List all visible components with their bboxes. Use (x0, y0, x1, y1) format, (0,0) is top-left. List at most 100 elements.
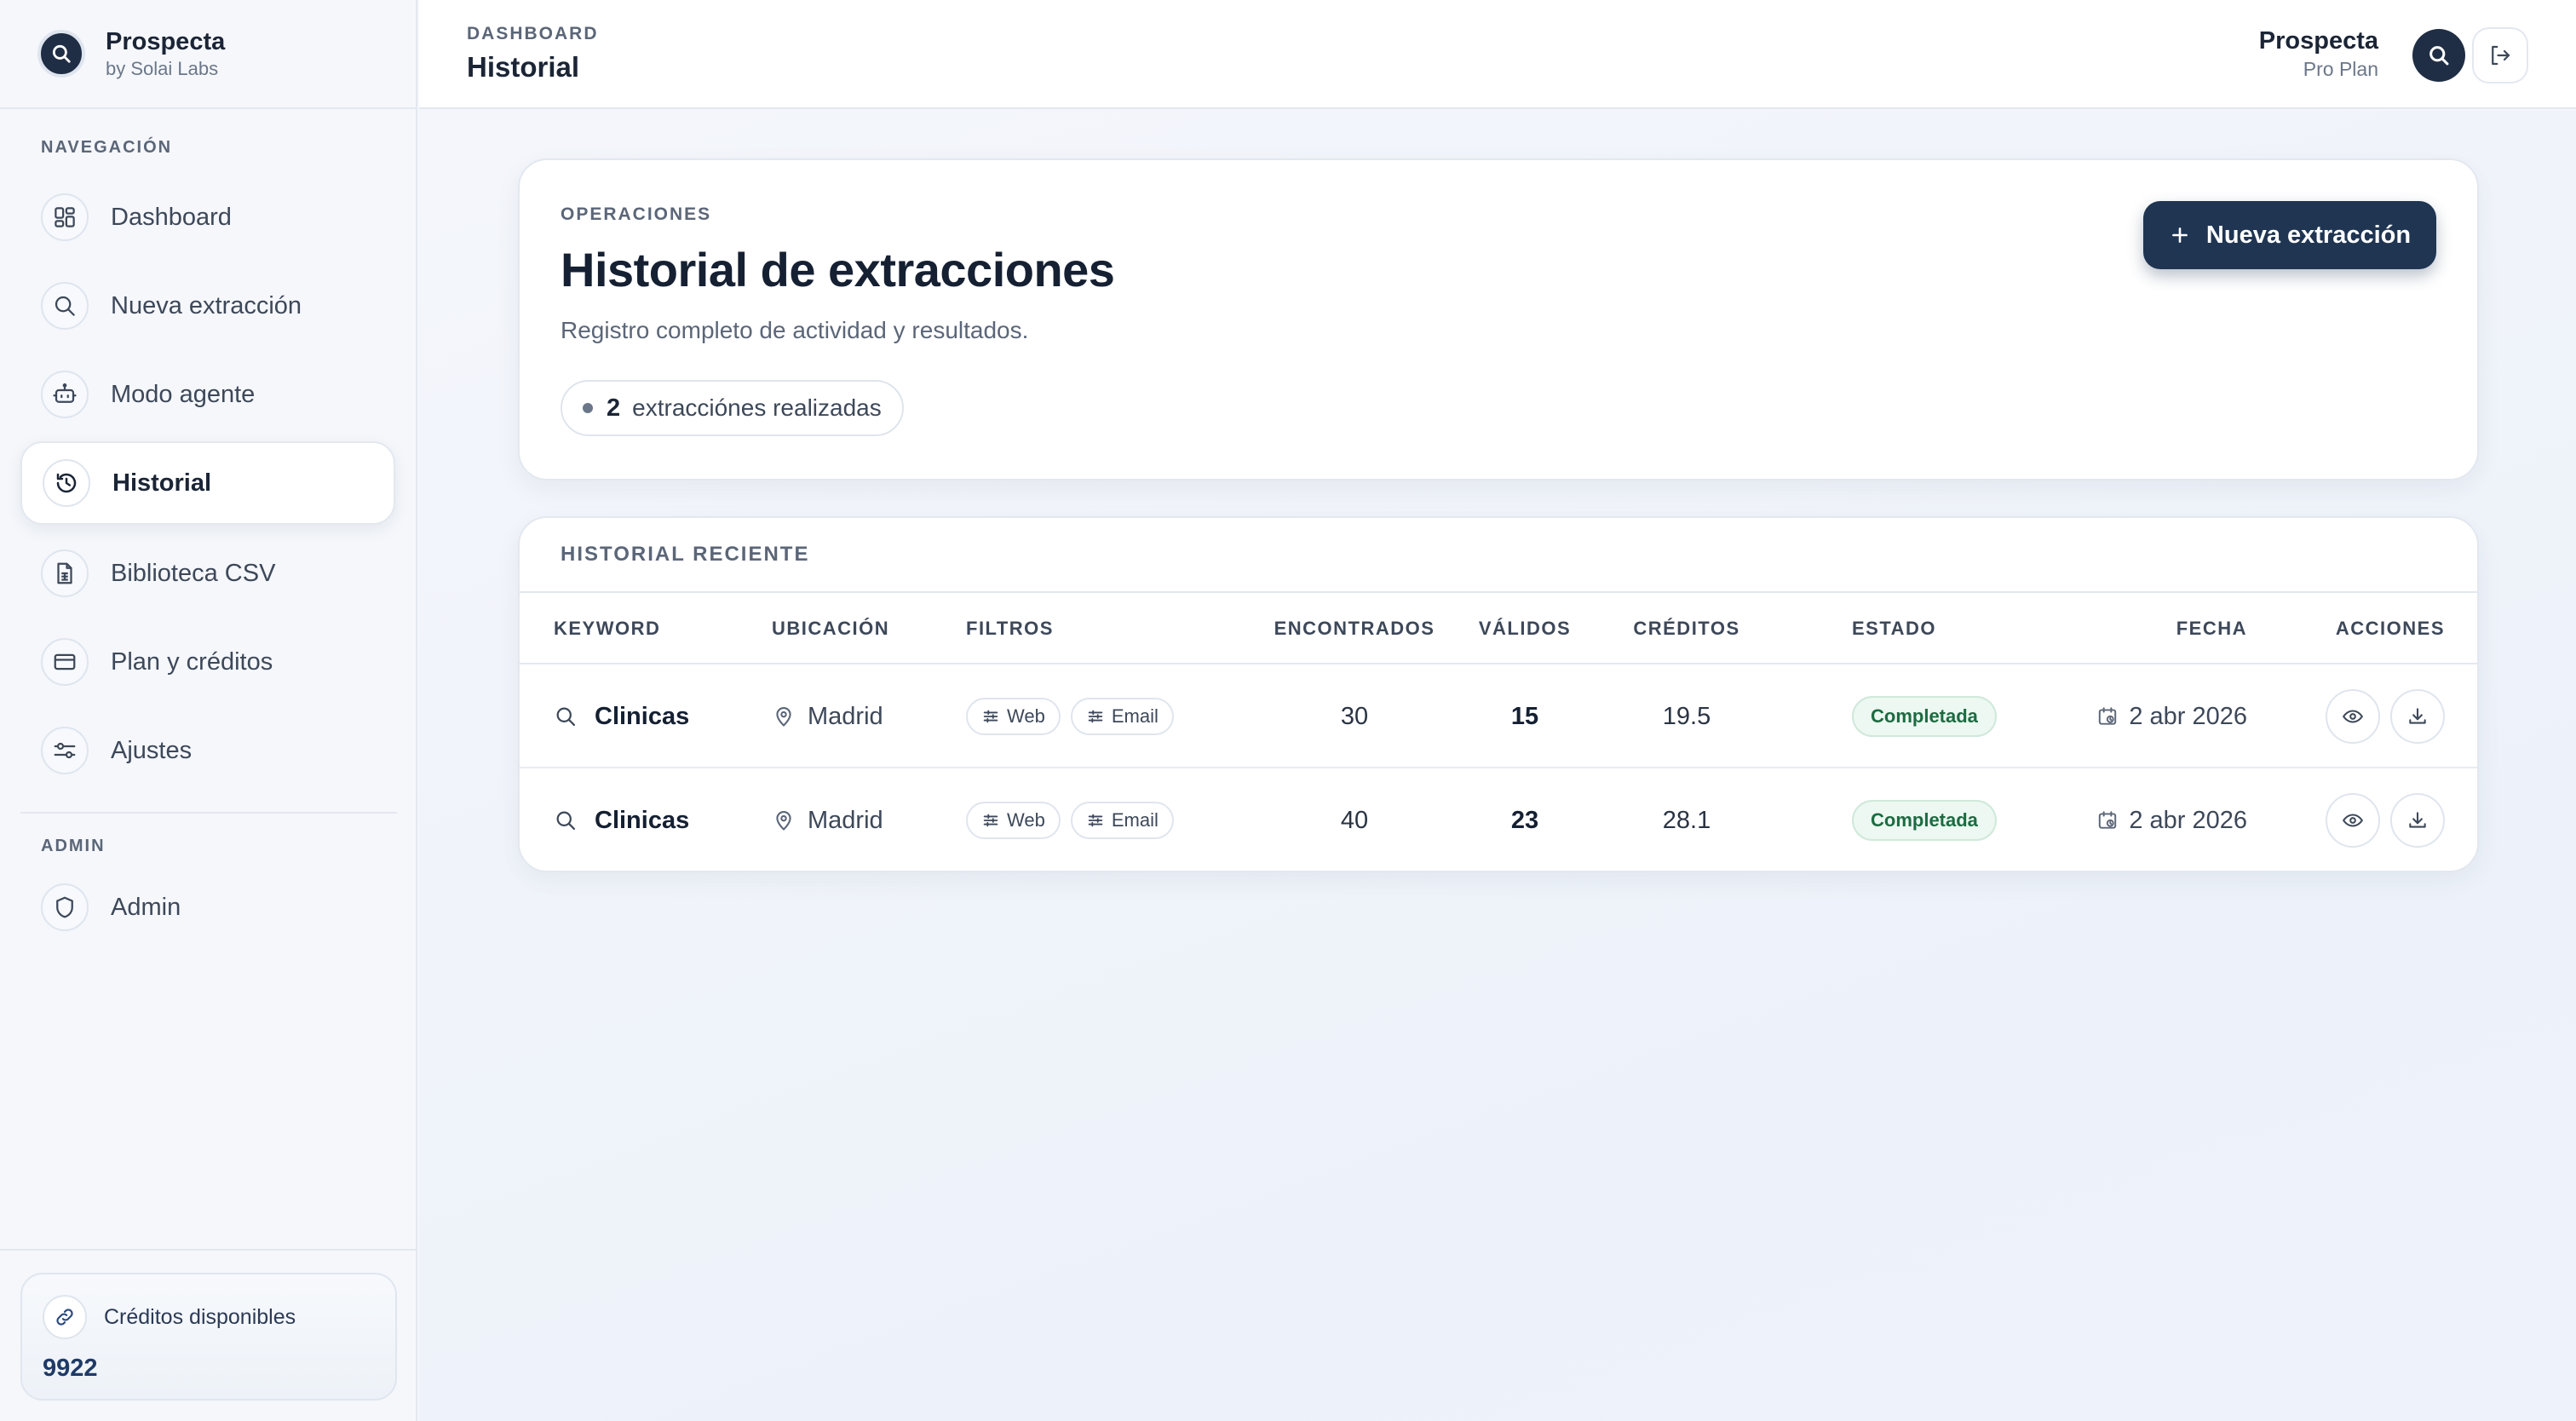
logout-button[interactable] (2472, 27, 2528, 83)
sidebar-item-label: Admin (111, 893, 181, 921)
cell-found: 30 (1340, 702, 1369, 730)
status-badge: Completada (1852, 800, 1997, 841)
map-pin-icon (776, 811, 791, 831)
search-icon (556, 707, 576, 727)
history-icon (43, 459, 90, 507)
nav-divider (20, 812, 397, 814)
extraction-count-pill: 2 extracciónes realizadas (561, 380, 904, 436)
dashboard-grid-icon (41, 193, 89, 241)
sidebar-item-new-extraction[interactable]: Nueva extracción (20, 264, 395, 348)
filter-sliders-icon (983, 814, 998, 827)
cell-date: 2 abr 2026 (2070, 768, 2247, 871)
column-header-date: FECHA (2176, 618, 2247, 639)
logout-icon (2492, 45, 2510, 66)
map-pin-icon (776, 707, 791, 727)
sidebar-item-label: Plan y créditos (111, 647, 273, 676)
table-row[interactable]: Clinicas Madrid Web Email 40 23 28.1 Com… (520, 768, 2477, 871)
table-title: HISTORIAL RECIENTE (520, 518, 2477, 593)
topbar: DASHBOARD Historial Prospecta Pro Plan (419, 0, 2576, 109)
sidebar-footer: Créditos disponibles 9922 (0, 1249, 417, 1421)
user-info: Prospecta Pro Plan (2259, 26, 2378, 82)
filter-chip-label: Web (1007, 705, 1045, 727)
sidebar-item-csv-library[interactable]: Biblioteca CSV (20, 532, 395, 615)
cell-filters: Web Email (966, 664, 1184, 768)
column-header-keyword: KEYWORD (554, 618, 661, 639)
sidebar-item-label: Dashboard (111, 203, 232, 231)
cell-location: Madrid (772, 664, 883, 768)
sidebar-item-history[interactable]: Historial (20, 441, 395, 525)
table-header: KEYWORD UBICACIÓN FILTROS ENCONTRADOS VÁ… (520, 593, 2477, 664)
sidebar-item-agent-mode[interactable]: Modo agente (20, 353, 395, 436)
user-name: Prospecta (2258, 27, 2378, 55)
download-button[interactable] (2390, 689, 2445, 744)
cell-credits: 19.5 (1662, 702, 1711, 730)
column-header-filters: FILTROS (966, 618, 1054, 639)
brand-name: Prospecta (106, 28, 226, 55)
nav-section-label: ADMIN (41, 837, 106, 855)
brand-logo-search-icon (37, 30, 85, 78)
sidebar-item-settings[interactable]: Ajustes (20, 709, 395, 792)
plus-icon (2172, 227, 2188, 243)
search-button[interactable] (2412, 29, 2465, 82)
hero-description: Registro completo de actividad y resulta… (561, 317, 1029, 343)
filter-sliders-icon (1088, 814, 1103, 827)
filter-chip-web: Web (966, 698, 1061, 735)
robot-icon (41, 371, 89, 418)
sidebar-item-label: Nueva extracción (111, 291, 302, 319)
eye-icon (2342, 814, 2364, 827)
column-header-actions: ACCIONES (2335, 618, 2445, 639)
cell-date: 2 abr 2026 (2070, 664, 2247, 768)
main-content: OPERACIONES Historial de extracciones Re… (419, 111, 2576, 1421)
calendar-clock-icon (2099, 707, 2117, 725)
shield-icon (41, 883, 89, 931)
search-icon (556, 811, 576, 831)
sidebar-item-label: Biblioteca CSV (111, 559, 276, 587)
download-button[interactable] (2390, 793, 2445, 848)
sidebar-item-admin[interactable]: Admin (20, 866, 395, 949)
column-header-location: UBICACIÓN (772, 618, 890, 639)
hero-title: Historial de extracciones (561, 243, 1115, 296)
location-text: Madrid (808, 806, 883, 834)
table-row[interactable]: Clinicas Madrid Web Email 30 15 19.5 Com… (520, 664, 2477, 768)
cell-found: 40 (1340, 806, 1369, 834)
column-header-credits: CRÉDITOS (1633, 618, 1740, 639)
cell-keyword: Clinicas (554, 768, 689, 871)
filter-chip-label: Web (1007, 809, 1045, 831)
brand[interactable]: Prospecta by Solai Labs (0, 0, 416, 109)
new-extraction-button[interactable]: Nueva extracción (2143, 201, 2436, 269)
brand-subtitle: by Solai Labs (106, 58, 219, 79)
filter-chip-email: Email (1070, 802, 1174, 839)
filter-sliders-icon (983, 710, 998, 723)
filter-chip-web: Web (966, 802, 1061, 839)
cell-location: Madrid (772, 768, 883, 871)
cell-filters: Web Email (966, 768, 1184, 871)
column-header-status: ESTADO (1852, 618, 1937, 639)
date-text: 2 abr 2026 (2129, 806, 2247, 834)
view-button[interactable] (2326, 793, 2380, 848)
download-icon (2409, 812, 2426, 828)
filter-chip-label: Email (1111, 809, 1159, 831)
status-badge: Completada (1852, 696, 1997, 737)
hero-card: OPERACIONES Historial de extracciones Re… (518, 158, 2479, 480)
breadcrumb[interactable]: DASHBOARD (467, 24, 599, 44)
file-spreadsheet-icon (41, 549, 89, 597)
cell-valid: 23 (1510, 806, 1539, 834)
sidebar-item-label: Modo agente (111, 380, 256, 408)
eye-icon (2342, 710, 2364, 723)
location-text: Madrid (808, 702, 883, 730)
sidebar: Prospecta by Solai Labs NAVEGACIÓN Dashb… (0, 0, 417, 1421)
search-icon (2429, 46, 2449, 66)
sidebar-item-plan-credits[interactable]: Plan y créditos (20, 620, 395, 704)
cell-keyword: Clinicas (554, 664, 689, 768)
credit-card-icon (41, 638, 89, 686)
date-text: 2 abr 2026 (2129, 702, 2247, 730)
sidebar-item-label: Historial (112, 469, 212, 497)
status-dot (583, 403, 593, 413)
sidebar-item-dashboard[interactable]: Dashboard (20, 175, 395, 259)
column-header-valid: VÁLIDOS (1478, 618, 1572, 639)
filter-chip-email: Email (1070, 698, 1174, 735)
view-button[interactable] (2326, 689, 2380, 744)
search-icon (41, 282, 89, 330)
sliders-icon (41, 727, 89, 774)
cell-actions (2291, 768, 2445, 871)
